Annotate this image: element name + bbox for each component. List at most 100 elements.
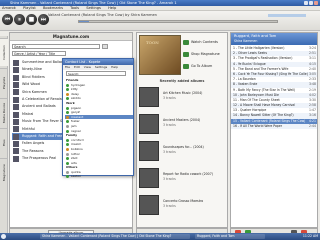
shop-icon — [183, 52, 189, 57]
track-title: 1 - The Little Hallgarten (Version) — [233, 46, 285, 50]
contact-item[interactable]: saxton — [65, 174, 133, 179]
album-thumbnail-icon — [13, 118, 19, 125]
contact-name: arts — [71, 160, 77, 165]
contact-name: kitty — [71, 87, 78, 92]
now-playing-label: Valiant Contenant (Roland Sings The Cow)… — [48, 13, 157, 17]
status-icon — [66, 115, 69, 119]
recent-album-item[interactable]: Ancient Masters (2004) 3 tracks — [139, 114, 227, 136]
contact-name: maxim — [71, 142, 82, 147]
track-title: 9 - Both My Fancy (The Star In The Well) — [233, 87, 296, 92]
play-pause-button[interactable]: ⏸ — [14, 14, 25, 25]
taskbar-clock: 11:22 AM — [302, 234, 318, 238]
window-title: Shira Kammen - Valiant Contenant (Roland… — [10, 1, 177, 5]
status-icon — [66, 97, 69, 101]
recent-album-cover — [139, 87, 159, 107]
dialog-menu-edit[interactable]: Edit — [74, 65, 80, 69]
contact-name: maxiant — [71, 114, 84, 119]
recent-album-subtitle: 3 tracks — [163, 123, 176, 127]
contact-name: foster — [71, 119, 80, 124]
contact-name: jam — [71, 123, 77, 128]
status-icon — [66, 124, 69, 128]
track-title: 14 - Bonny Nowell Sitter (Of The King?) — [233, 113, 294, 118]
album-thumbnail-icon — [13, 141, 19, 148]
tab-playlists[interactable]: Playlists — [0, 68, 8, 96]
search-row: Search — [12, 44, 132, 49]
track-progress-fill — [79, 21, 89, 22]
track-title: 15 - Valiant Contenant (Roland Sings The… — [233, 118, 306, 123]
side-tabs: Collection Playlists Media Device Files … — [0, 36, 8, 236]
status-icon — [66, 170, 69, 174]
volume-slider[interactable] — [268, 14, 306, 17]
contact-name: skiddo — [71, 96, 81, 101]
track-progress-slider[interactable] — [78, 20, 278, 23]
menu-tools[interactable]: Tools — [70, 6, 79, 10]
clear-search-icon[interactable] — [102, 44, 108, 49]
tab-files[interactable]: Files — [0, 128, 8, 156]
dialog-menu-view[interactable]: View — [84, 65, 91, 69]
album-thumbnail-icon — [13, 59, 19, 66]
menu-bookmarks[interactable]: Bookmarks — [43, 6, 63, 10]
recent-album-item[interactable]: Soundscapes for... (2004) 3 tracks — [139, 141, 227, 163]
contact-name: ragnar — [71, 128, 81, 133]
contact-search-input[interactable]: Search: — [66, 71, 126, 76]
recent-album-subtitle: 3 tracks — [163, 150, 176, 154]
minimize-icon[interactable] — [304, 1, 308, 5]
go-to-album-label: Go To Album — [191, 64, 213, 68]
shop-magnatune-link[interactable]: Shop Magnatune — [183, 51, 223, 58]
contact-name: bobkins — [71, 146, 83, 151]
track-title: 11 - Man Of The County Sheet — [233, 97, 280, 102]
status-icon — [66, 152, 69, 156]
playlist-track-row[interactable]: 16 - If All The World Were Paper 2:44 — [231, 123, 317, 129]
status-icon — [66, 88, 69, 92]
menu-amarok[interactable]: Amarok — [2, 6, 16, 10]
recent-album-cover — [139, 141, 159, 161]
dialog-menu-file[interactable]: File — [65, 65, 70, 69]
collection-tree-label: Shira Kammen — [22, 89, 47, 94]
recent-album-item[interactable]: Report for Radio cowork (2007) 3 tracks — [139, 168, 227, 190]
taskbar-task-amarok[interactable]: Shira Kammen - Valiant Contenant (Roland… — [40, 234, 190, 239]
recent-album-item[interactable]: Concerto Grosso Maestro 3 tracks — [139, 195, 227, 217]
recent-albums-header: Recently added albums — [159, 79, 205, 83]
dialog-menu-help[interactable]: Help — [111, 65, 118, 69]
track-title: 13 - Quaker Hornpipe — [233, 108, 267, 113]
previous-track-button[interactable]: ⏮ — [2, 14, 13, 25]
status-icon — [66, 175, 69, 179]
dialog-menu-settings[interactable]: Settings — [95, 65, 107, 69]
maximize-icon[interactable] — [309, 1, 313, 5]
collection-tree-label: Mirthful — [22, 126, 36, 131]
collection-tree-label: Ninety-Nine — [22, 67, 42, 72]
menu-playlist[interactable]: Playlist — [23, 6, 36, 10]
contact-name: hydrogen — [71, 82, 86, 87]
menu-settings[interactable]: Settings — [86, 6, 101, 10]
taskbar-task-playlist[interactable]: Ruggard, Faith and Tom — [195, 234, 265, 239]
menu-help[interactable]: Help — [108, 6, 116, 10]
search-input[interactable]: Search — [12, 44, 100, 49]
recent-album-subtitle: 3 tracks — [163, 96, 176, 100]
album-thumbnail-icon — [13, 148, 19, 155]
filter-dropdown[interactable]: Genre / Artist / Year / Title — [12, 51, 66, 56]
watch-contents-label: Watch Contents — [191, 40, 218, 44]
recent-album-item[interactable]: Art Kitchen Music (2004) 3 tracks — [139, 87, 227, 109]
contact-name: Friends — [66, 78, 79, 82]
album-thumbnail-icon — [13, 74, 19, 81]
watch-contents-link[interactable]: Watch Contents — [183, 39, 223, 46]
tab-media-device[interactable]: Media Device — [0, 98, 8, 126]
playlist-panel: Ruggard, Faith and Tom Shira Kammen 1 - … — [230, 32, 318, 228]
contact-name: garyZ — [71, 110, 80, 115]
contact-name: cornford — [71, 137, 84, 142]
status-icon — [66, 92, 69, 96]
tab-magnatune[interactable]: Magnatune — [0, 158, 8, 186]
k-menu-icon[interactable] — [1, 234, 6, 239]
status-icon — [66, 120, 69, 124]
status-icon — [66, 157, 69, 161]
album-thumbnail-icon — [13, 96, 19, 103]
close-icon[interactable] — [314, 1, 318, 5]
status-icon — [66, 143, 69, 147]
status-icon — [66, 138, 69, 142]
contact-name: luthor — [71, 151, 80, 156]
stop-button[interactable]: ■ — [26, 14, 37, 25]
go-to-album-link[interactable]: Go To Album — [183, 63, 223, 70]
collection-tree-label: The Reasons — [22, 148, 44, 153]
tab-collection[interactable]: Collection — [0, 38, 8, 66]
track-title: 5 - The Band and The Farmer's Wife — [233, 66, 289, 71]
